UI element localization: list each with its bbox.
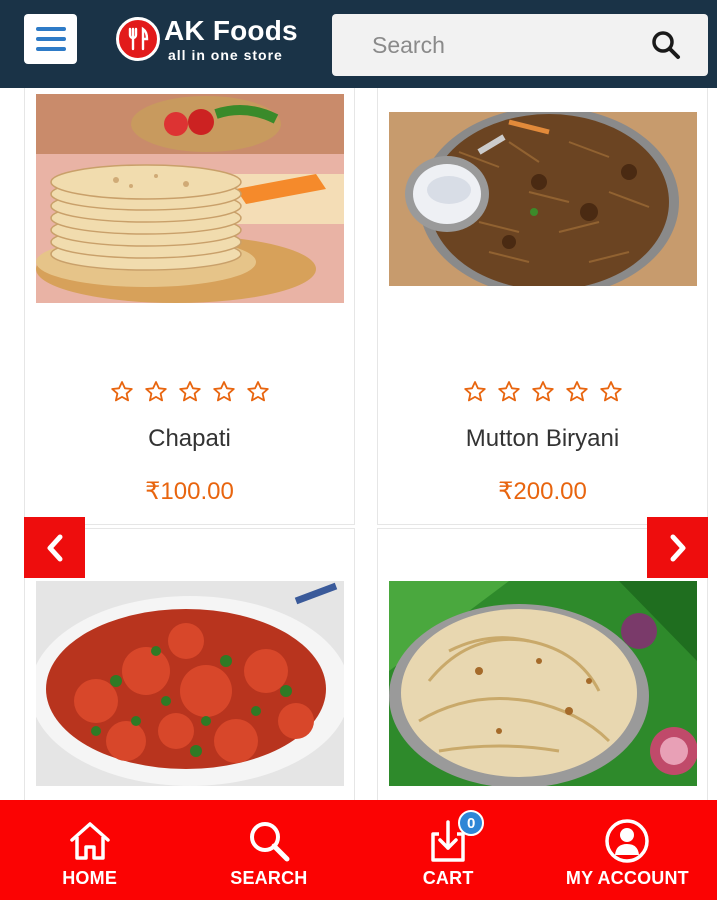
search-bar [332, 14, 708, 76]
product-name[interactable]: Chapati [25, 425, 354, 453]
nav-account[interactable]: MY ACCOUNT [538, 800, 717, 900]
brand-tagline: all in one store [168, 46, 283, 63]
star-outline-icon [212, 381, 235, 402]
rating-stars [378, 380, 707, 404]
nav-home-label: HOME [62, 868, 118, 888]
star-outline-icon [144, 381, 167, 402]
product-price: ₹200.00 [498, 478, 587, 505]
star-outline-icon [110, 381, 133, 402]
search-icon[interactable] [650, 29, 682, 61]
nav-search[interactable]: SEARCH [179, 800, 358, 900]
product-card[interactable]: Mutton Biryani ₹200.00 [377, 88, 708, 525]
search-input[interactable] [332, 14, 622, 76]
nav-search-label: SEARCH [230, 868, 308, 888]
home-icon [69, 822, 110, 860]
menu-button[interactable] [24, 14, 77, 64]
product-image-chapati[interactable] [36, 94, 344, 303]
carousel-prev-button[interactable] [24, 517, 85, 578]
star-outline-icon [178, 381, 201, 402]
carousel-next-button[interactable] [647, 517, 708, 578]
product-name[interactable]: Mutton Biryani [378, 425, 707, 453]
star-outline-icon [497, 381, 520, 402]
product-image-mutton-biryani[interactable] [389, 112, 697, 286]
cart-count-badge: 0 [458, 810, 485, 836]
fork-knife-icon [116, 17, 160, 61]
nav-cart[interactable]: 0 CART [359, 800, 538, 900]
nav-home[interactable]: HOME [0, 800, 179, 900]
search-icon [249, 822, 290, 862]
brand-logo[interactable]: AK Foods all in one store [116, 14, 298, 64]
star-outline-icon [565, 381, 588, 402]
star-outline-icon [599, 381, 622, 402]
brand-title: AK Foods [164, 14, 298, 46]
star-outline-icon [246, 381, 269, 402]
nav-account-label: MY ACCOUNT [565, 868, 689, 888]
rating-stars [25, 380, 354, 404]
product-grid: Chapati ₹100.00 Mutton Biryani ₹200.00 [0, 88, 717, 800]
chevron-right-icon [670, 534, 685, 561]
product-image[interactable] [36, 581, 344, 786]
star-outline-icon [463, 381, 486, 402]
chevron-left-icon [47, 534, 62, 561]
product-card[interactable]: Chapati ₹100.00 [24, 88, 355, 525]
user-icon [605, 819, 650, 863]
product-image[interactable] [389, 581, 697, 786]
product-price: ₹100.00 [145, 478, 234, 505]
star-outline-icon [531, 381, 554, 402]
bottom-navigation: HOME SEARCH 0 CART MY ACCOUNT [0, 800, 717, 900]
hamburger-icon [35, 27, 66, 31]
app-header: AK Foods all in one store [0, 0, 717, 88]
nav-cart-label: CART [422, 868, 474, 888]
